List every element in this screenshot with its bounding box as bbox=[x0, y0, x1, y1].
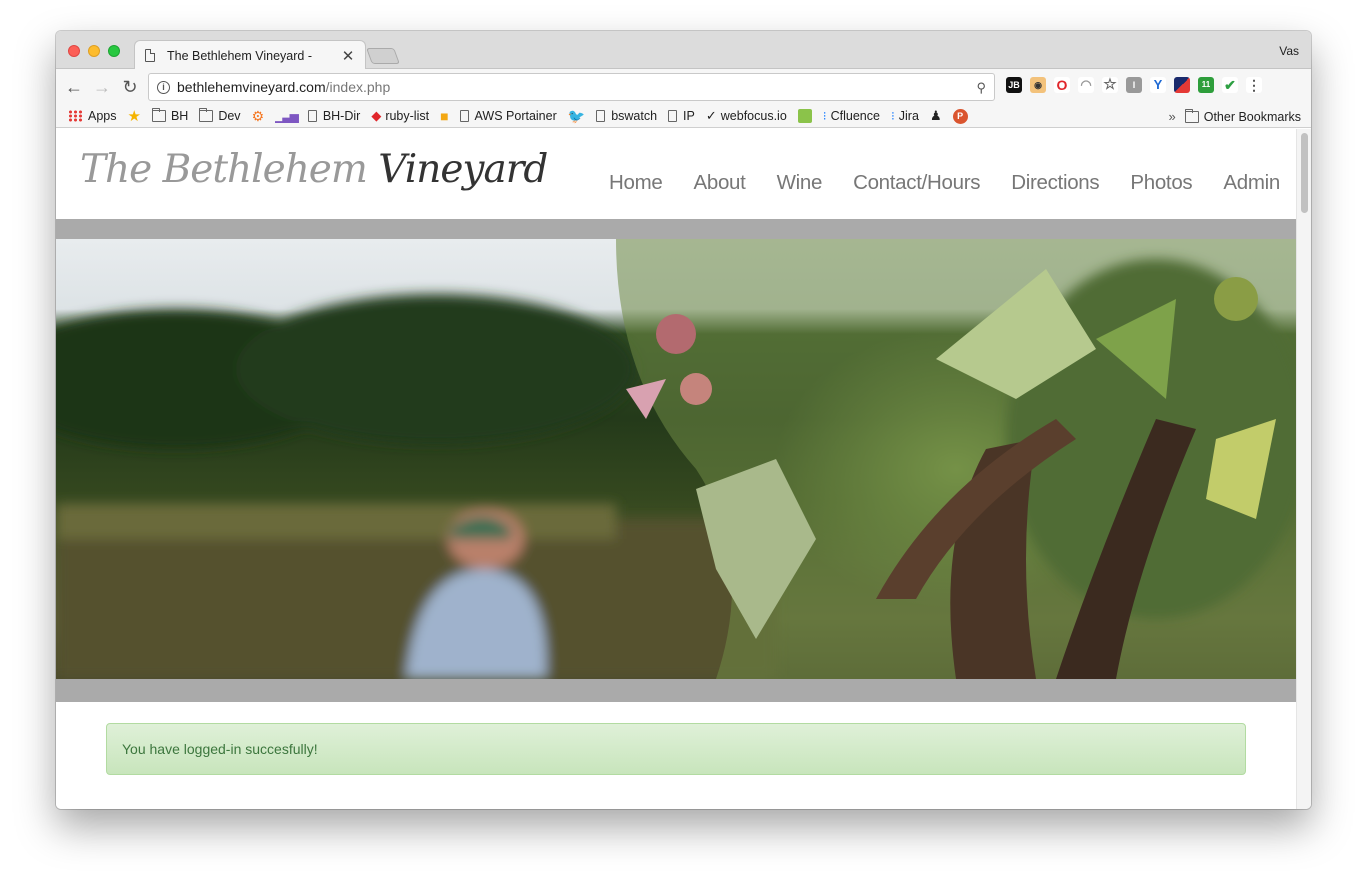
reload-icon[interactable]: ↻ bbox=[120, 77, 140, 97]
twitter-icon: 🐦 bbox=[567, 107, 586, 124]
page-scrollbar[interactable] bbox=[1296, 129, 1311, 809]
vineyard-photo bbox=[56, 239, 1296, 679]
success-alert: You have logged-in succesfully! bbox=[106, 723, 1246, 775]
extension-icons: JB ◉ O ◠ ☆ I Y 11 ✔ ⋮ bbox=[1006, 77, 1262, 93]
browser-tab-active[interactable]: The Bethlehem Vineyard - ✕ bbox=[134, 40, 366, 70]
omnibox-extension-icon[interactable]: ⚲ bbox=[976, 80, 986, 96]
page-icon bbox=[307, 110, 317, 122]
bookmark-bh-dir[interactable]: BH-Dir bbox=[307, 109, 360, 123]
bookmark-cfluence[interactable]: ⁝ Cfluence bbox=[823, 109, 880, 123]
profile-name[interactable]: Vas bbox=[1279, 44, 1299, 58]
other-bookmarks-button[interactable]: Other Bookmarks bbox=[1204, 110, 1301, 124]
gray-extension-icon[interactable]: I bbox=[1126, 77, 1142, 93]
hero-top-band bbox=[56, 219, 1296, 239]
jira-icon: ⁝ bbox=[890, 109, 895, 123]
main-nav: Home About Wine Contact/Hours Directions… bbox=[609, 171, 1280, 195]
bookmark-ip[interactable]: IP bbox=[668, 109, 695, 123]
confluence-icon: ⁝ bbox=[822, 109, 827, 123]
star-icon: ★ bbox=[127, 108, 141, 125]
folder-icon bbox=[1184, 108, 1199, 123]
tab-title: The Bethlehem Vineyard - bbox=[167, 48, 312, 63]
chevron-double-right-icon[interactable]: » bbox=[1169, 109, 1176, 124]
nav-wine[interactable]: Wine bbox=[777, 171, 823, 195]
site-logo[interactable]: The Bethlehem Vineyard bbox=[80, 147, 548, 192]
analytics-icon: ▁▃▅ bbox=[275, 109, 299, 123]
hero-image bbox=[56, 239, 1296, 679]
browser-window: The Bethlehem Vineyard - ✕ Vas ← → ↻ i b… bbox=[56, 31, 1311, 809]
minimize-window-button[interactable] bbox=[88, 45, 100, 57]
bookmarks-bar: Apps ★ BH Dev ⚙ ▁▃▅ BH-Dir ◆ ruby-list ■ … bbox=[56, 105, 1311, 128]
bookmark-character[interactable]: ♟ bbox=[930, 108, 942, 124]
bookmark-ruby-list[interactable]: ◆ ruby-list bbox=[371, 108, 429, 124]
bookmark-green-square[interactable] bbox=[797, 109, 812, 123]
address-bar[interactable]: i bethlehemvineyard.com/index.php ⚲ bbox=[148, 73, 995, 101]
page-icon bbox=[668, 110, 678, 122]
info-icon[interactable]: i bbox=[157, 80, 170, 94]
hero-bottom-band bbox=[56, 679, 1296, 702]
folder-icon bbox=[199, 108, 214, 122]
cast-icon[interactable]: ◠ bbox=[1078, 77, 1094, 93]
calendar-extension-icon[interactable]: 11 bbox=[1198, 77, 1214, 93]
bookmark-jira[interactable]: ⁝ Jira bbox=[891, 109, 919, 123]
bookmark-bswatch[interactable]: bswatch bbox=[596, 109, 657, 123]
bookmark-webfocus[interactable]: ✓ webfocus.io bbox=[706, 108, 787, 124]
hubspot-icon: ⚙ bbox=[251, 107, 265, 124]
checkmark-extension-icon[interactable]: ✔ bbox=[1222, 77, 1238, 93]
nav-photos[interactable]: Photos bbox=[1130, 171, 1192, 195]
close-tab-icon[interactable]: ✕ bbox=[341, 47, 355, 65]
browser-toolbar: ← → ↻ i bethlehemvineyard.com/index.php … bbox=[56, 69, 1311, 105]
nav-directions[interactable]: Directions bbox=[1011, 171, 1099, 195]
folder-icon bbox=[151, 108, 166, 122]
page-icon bbox=[145, 49, 155, 62]
window-controls bbox=[68, 45, 120, 57]
zoom-window-button[interactable] bbox=[108, 45, 120, 57]
opera-icon[interactable]: O bbox=[1054, 77, 1070, 93]
character-icon: ♟ bbox=[929, 108, 942, 123]
check-circle-icon: ✓ bbox=[705, 108, 717, 123]
product-hunt-icon: P bbox=[952, 108, 968, 124]
ruby-icon: ◆ bbox=[371, 108, 382, 123]
bookmark-star-icon[interactable]: ☆ bbox=[1102, 77, 1118, 93]
nav-about[interactable]: About bbox=[693, 171, 745, 195]
url-host: bethlehemvineyard.com bbox=[177, 79, 326, 95]
page-icon bbox=[459, 110, 469, 122]
url-path: /index.php bbox=[325, 79, 391, 95]
bookmark-box[interactable]: ■ bbox=[440, 108, 448, 124]
jb-extension-icon[interactable]: JB bbox=[1006, 77, 1022, 93]
tab-strip: The Bethlehem Vineyard - ✕ Vas bbox=[56, 31, 1311, 70]
nav-home[interactable]: Home bbox=[609, 171, 663, 195]
bookmark-star[interactable]: ★ bbox=[128, 107, 141, 125]
menu-kebab-icon[interactable]: ⋮ bbox=[1246, 77, 1262, 93]
close-window-button[interactable] bbox=[68, 45, 80, 57]
back-arrow-icon[interactable]: ← bbox=[64, 77, 84, 97]
bookmark-product-hunt[interactable]: P bbox=[952, 108, 968, 124]
green-square-icon bbox=[797, 109, 812, 123]
apps-grid-icon bbox=[68, 110, 83, 122]
bookmark-folder-dev[interactable]: Dev bbox=[199, 108, 241, 123]
nav-contact-hours[interactable]: Contact/Hours bbox=[853, 171, 980, 195]
box-icon: ■ bbox=[440, 108, 449, 124]
forward-arrow-icon[interactable]: → bbox=[92, 77, 112, 97]
new-tab-button[interactable] bbox=[366, 48, 400, 64]
page-icon bbox=[596, 110, 606, 122]
bookmark-twitter[interactable]: 🐦 bbox=[568, 108, 585, 125]
flag-extension-icon[interactable] bbox=[1174, 77, 1190, 93]
bookmark-apps[interactable]: Apps bbox=[68, 109, 117, 123]
bookmark-analytics[interactable]: ▁▃▅ bbox=[275, 109, 299, 123]
nav-admin[interactable]: Admin bbox=[1223, 171, 1280, 195]
bookmark-hubspot[interactable]: ⚙ bbox=[252, 108, 265, 125]
site-header: The Bethlehem Vineyard Home About Wine C… bbox=[56, 129, 1296, 219]
face-extension-icon[interactable]: ◉ bbox=[1030, 77, 1046, 93]
scrollbar-thumb[interactable] bbox=[1301, 133, 1308, 213]
page-viewport: The Bethlehem Vineyard Home About Wine C… bbox=[56, 129, 1296, 809]
bookmarks-overflow: » Other Bookmarks bbox=[1169, 108, 1301, 124]
bookmark-folder-bh[interactable]: BH bbox=[151, 108, 188, 123]
bookmark-aws-portainer[interactable]: AWS Portainer bbox=[459, 109, 557, 123]
v-extension-icon[interactable]: Y bbox=[1150, 77, 1166, 93]
